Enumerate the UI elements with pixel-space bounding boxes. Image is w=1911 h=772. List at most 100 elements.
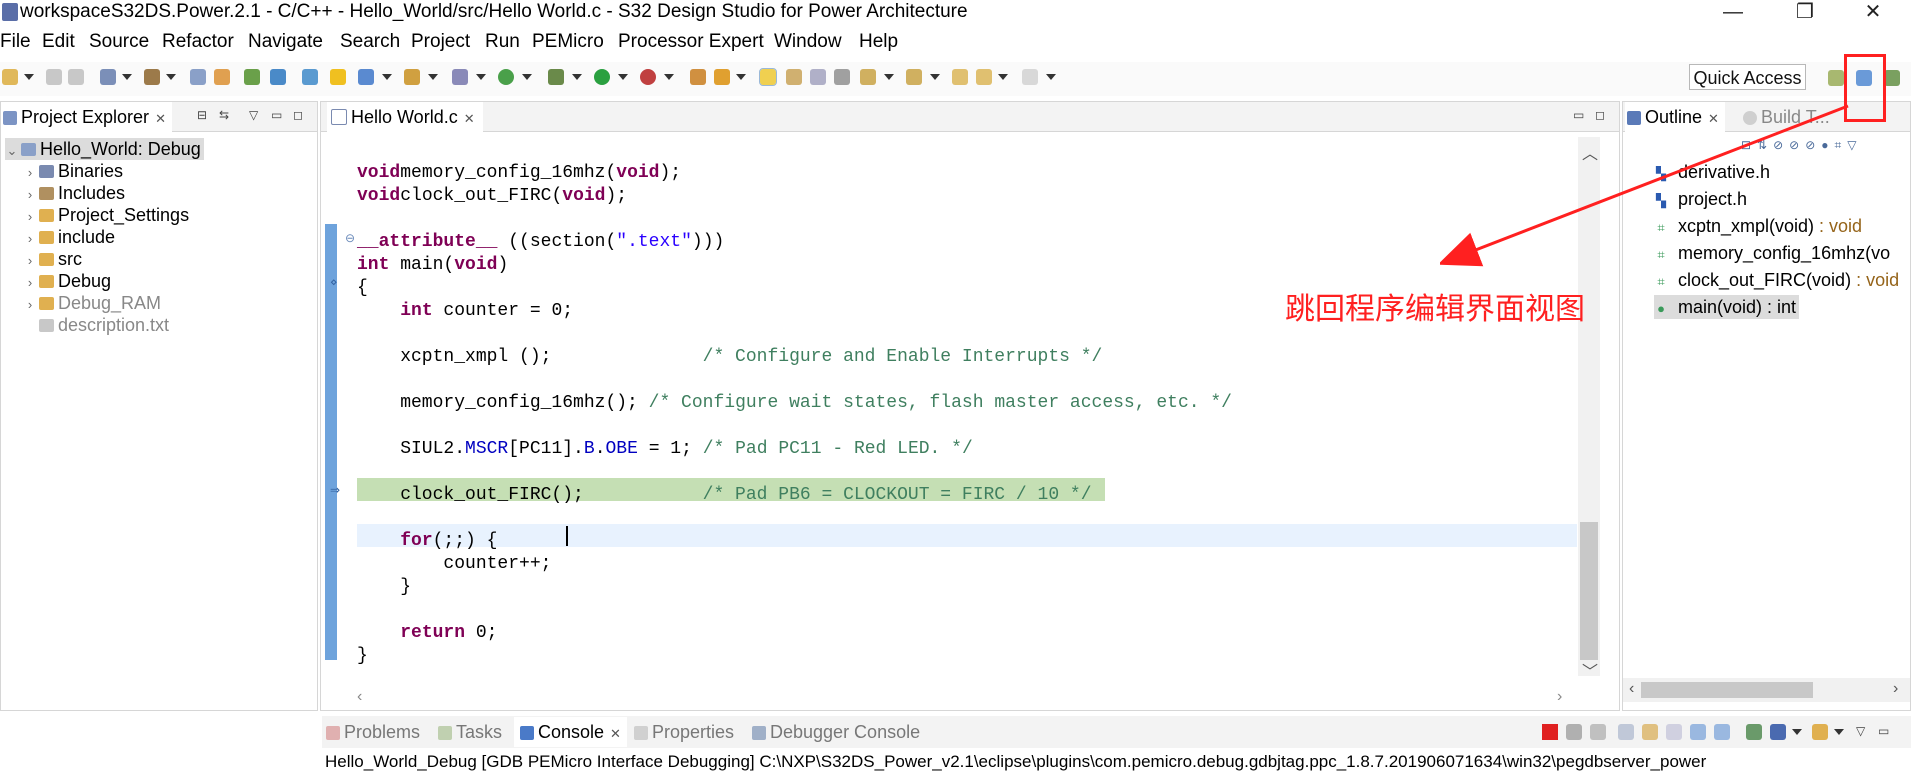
outline-scroll-thumb[interactable] xyxy=(1641,682,1813,698)
dropdown-arrow-icon[interactable] xyxy=(736,74,746,80)
menu-edit[interactable]: Edit xyxy=(42,31,75,53)
back-icon[interactable] xyxy=(976,69,992,85)
menu-navigate[interactable]: Navigate xyxy=(248,31,323,53)
collapse-all-icon[interactable]: ⊟ xyxy=(197,108,207,122)
menu-help[interactable]: Help xyxy=(859,31,898,53)
new-source-folder-icon[interactable] xyxy=(404,69,420,85)
task-icon[interactable] xyxy=(244,69,260,85)
expand-chevron-icon[interactable]: › xyxy=(23,272,37,294)
flash-icon[interactable] xyxy=(330,69,346,85)
tree-item[interactable]: description.txt xyxy=(23,314,169,336)
tree-item[interactable]: › Includes xyxy=(23,182,125,204)
tree-item[interactable]: › Debug_RAM xyxy=(23,292,161,314)
save-all-icon[interactable] xyxy=(68,69,84,85)
menu-source[interactable]: Source xyxy=(89,31,149,53)
menu-processor-expert[interactable]: Processor Expert xyxy=(618,31,764,53)
new-class-icon[interactable] xyxy=(358,69,374,85)
menu-project[interactable]: Project xyxy=(411,31,470,53)
expand-chevron-icon[interactable]: › xyxy=(23,250,37,272)
debug-bug-icon[interactable] xyxy=(548,69,564,85)
next-annotation-icon[interactable] xyxy=(860,69,876,85)
scroll-left-icon[interactable]: ‹ xyxy=(1629,680,1634,698)
menu-window[interactable]: Window xyxy=(774,31,842,53)
tab-project-explorer[interactable]: Project Explorer ✕ xyxy=(1,102,172,132)
tree-item[interactable]: › src xyxy=(23,248,82,270)
terminal-icon[interactable] xyxy=(270,69,286,85)
close-icon[interactable]: ✕ xyxy=(610,726,621,741)
dropdown-arrow-icon[interactable] xyxy=(664,74,674,80)
menu-run[interactable]: Run xyxy=(485,31,520,53)
expand-chevron-icon[interactable]: › xyxy=(23,184,37,206)
tree-item[interactable]: ⌄ Hello_World: Debug xyxy=(5,138,204,160)
link-editor-icon[interactable]: ⇆ xyxy=(219,108,229,122)
minimize-button[interactable]: — xyxy=(1710,0,1756,26)
new-icon[interactable] xyxy=(2,69,18,85)
dropdown-arrow-icon[interactable] xyxy=(122,74,132,80)
dropdown-arrow-icon[interactable] xyxy=(618,74,628,80)
dropdown-arrow-icon[interactable] xyxy=(166,74,176,80)
close-icon[interactable]: ✕ xyxy=(155,111,166,126)
close-button[interactable]: ✕ xyxy=(1850,0,1896,26)
outline-horizontal-scrollbar[interactable]: ‹ › xyxy=(1623,678,1910,702)
save-icon[interactable] xyxy=(46,69,62,85)
terminate-icon[interactable] xyxy=(1542,724,1558,740)
search-icon[interactable] xyxy=(714,69,730,85)
last-edit-icon[interactable] xyxy=(952,69,968,85)
open-perspective-icon[interactable] xyxy=(1828,70,1844,86)
menu-pemicro[interactable]: PEMicro xyxy=(532,31,604,53)
dropdown-arrow-icon[interactable] xyxy=(884,74,894,80)
tree-item[interactable]: › Project_Settings xyxy=(23,204,189,226)
clear-console-icon[interactable] xyxy=(1618,724,1634,740)
debug-perspective-icon[interactable] xyxy=(1884,70,1900,86)
show-whitespace-icon[interactable] xyxy=(834,69,850,85)
remove-launch-icon[interactable] xyxy=(1566,724,1582,740)
tab-hello-world-c[interactable]: Hello World.c ✕ xyxy=(327,102,483,132)
tree-item[interactable]: › include xyxy=(23,226,115,248)
dropdown-arrow-icon[interactable] xyxy=(998,74,1008,80)
menu-file[interactable]: File xyxy=(0,31,31,53)
scroll-left-icon[interactable]: ‹ xyxy=(357,688,362,706)
refresh-icon[interactable] xyxy=(498,69,514,85)
tab-properties[interactable]: Properties xyxy=(634,717,734,747)
new-file-icon[interactable] xyxy=(452,69,468,85)
tab-console[interactable]: Console ✕ xyxy=(514,717,627,747)
show-on-stderr-icon[interactable] xyxy=(1714,724,1730,740)
tab-debugger-console[interactable]: Debugger Console xyxy=(752,717,920,747)
close-icon[interactable]: ✕ xyxy=(464,111,475,126)
expand-chevron-icon[interactable]: › xyxy=(23,162,37,184)
menu-search[interactable]: Search xyxy=(340,31,400,53)
run-icon[interactable] xyxy=(594,69,610,85)
remove-all-icon[interactable] xyxy=(1590,724,1606,740)
tab-tasks[interactable]: Tasks xyxy=(438,717,502,747)
fold-collapse-icon[interactable]: ⊖ xyxy=(345,231,355,245)
minimize-view-icon[interactable]: ▭ xyxy=(1878,724,1889,738)
open-element-icon[interactable] xyxy=(214,69,230,85)
show-on-stdout-icon[interactable] xyxy=(1690,724,1706,740)
scroll-down-icon[interactable]: ﹀ xyxy=(1582,658,1598,682)
dropdown-arrow-icon[interactable] xyxy=(1046,74,1056,80)
scroll-right-icon[interactable]: › xyxy=(1557,688,1562,706)
dropdown-arrow-icon[interactable] xyxy=(476,74,486,80)
dropdown-arrow-icon[interactable] xyxy=(1792,729,1802,735)
dropdown-arrow-icon[interactable] xyxy=(24,74,34,80)
prev-annotation-icon[interactable] xyxy=(906,69,922,85)
view-menu-icon[interactable]: ▽ xyxy=(249,108,258,122)
open-console-icon[interactable] xyxy=(1812,724,1828,740)
dropdown-arrow-icon[interactable] xyxy=(572,74,582,80)
build-hammer-icon[interactable] xyxy=(144,69,160,85)
dropdown-arrow-icon[interactable] xyxy=(428,74,438,80)
tree-item[interactable]: › Debug xyxy=(23,270,111,292)
expand-chevron-icon[interactable]: ⌄ xyxy=(5,140,19,162)
scroll-lock-icon[interactable] xyxy=(1642,724,1658,740)
editor-horizontal-scrollbar[interactable]: ‹ › xyxy=(357,688,1577,706)
scroll-right-icon[interactable]: › xyxy=(1893,680,1898,698)
word-wrap-icon[interactable] xyxy=(1666,724,1682,740)
outline-item[interactable]: ● main(void) : int xyxy=(1654,295,1800,319)
toggle-mark-occurrences-icon[interactable] xyxy=(759,68,777,86)
expand-chevron-icon[interactable]: › xyxy=(23,206,37,228)
dropdown-arrow-icon[interactable] xyxy=(522,74,532,80)
binary-icon[interactable] xyxy=(190,69,206,85)
expand-chevron-icon[interactable]: › xyxy=(23,294,37,316)
maximize-view-icon[interactable]: ◻ xyxy=(293,108,303,122)
expand-chevron-icon[interactable]: › xyxy=(23,228,37,250)
